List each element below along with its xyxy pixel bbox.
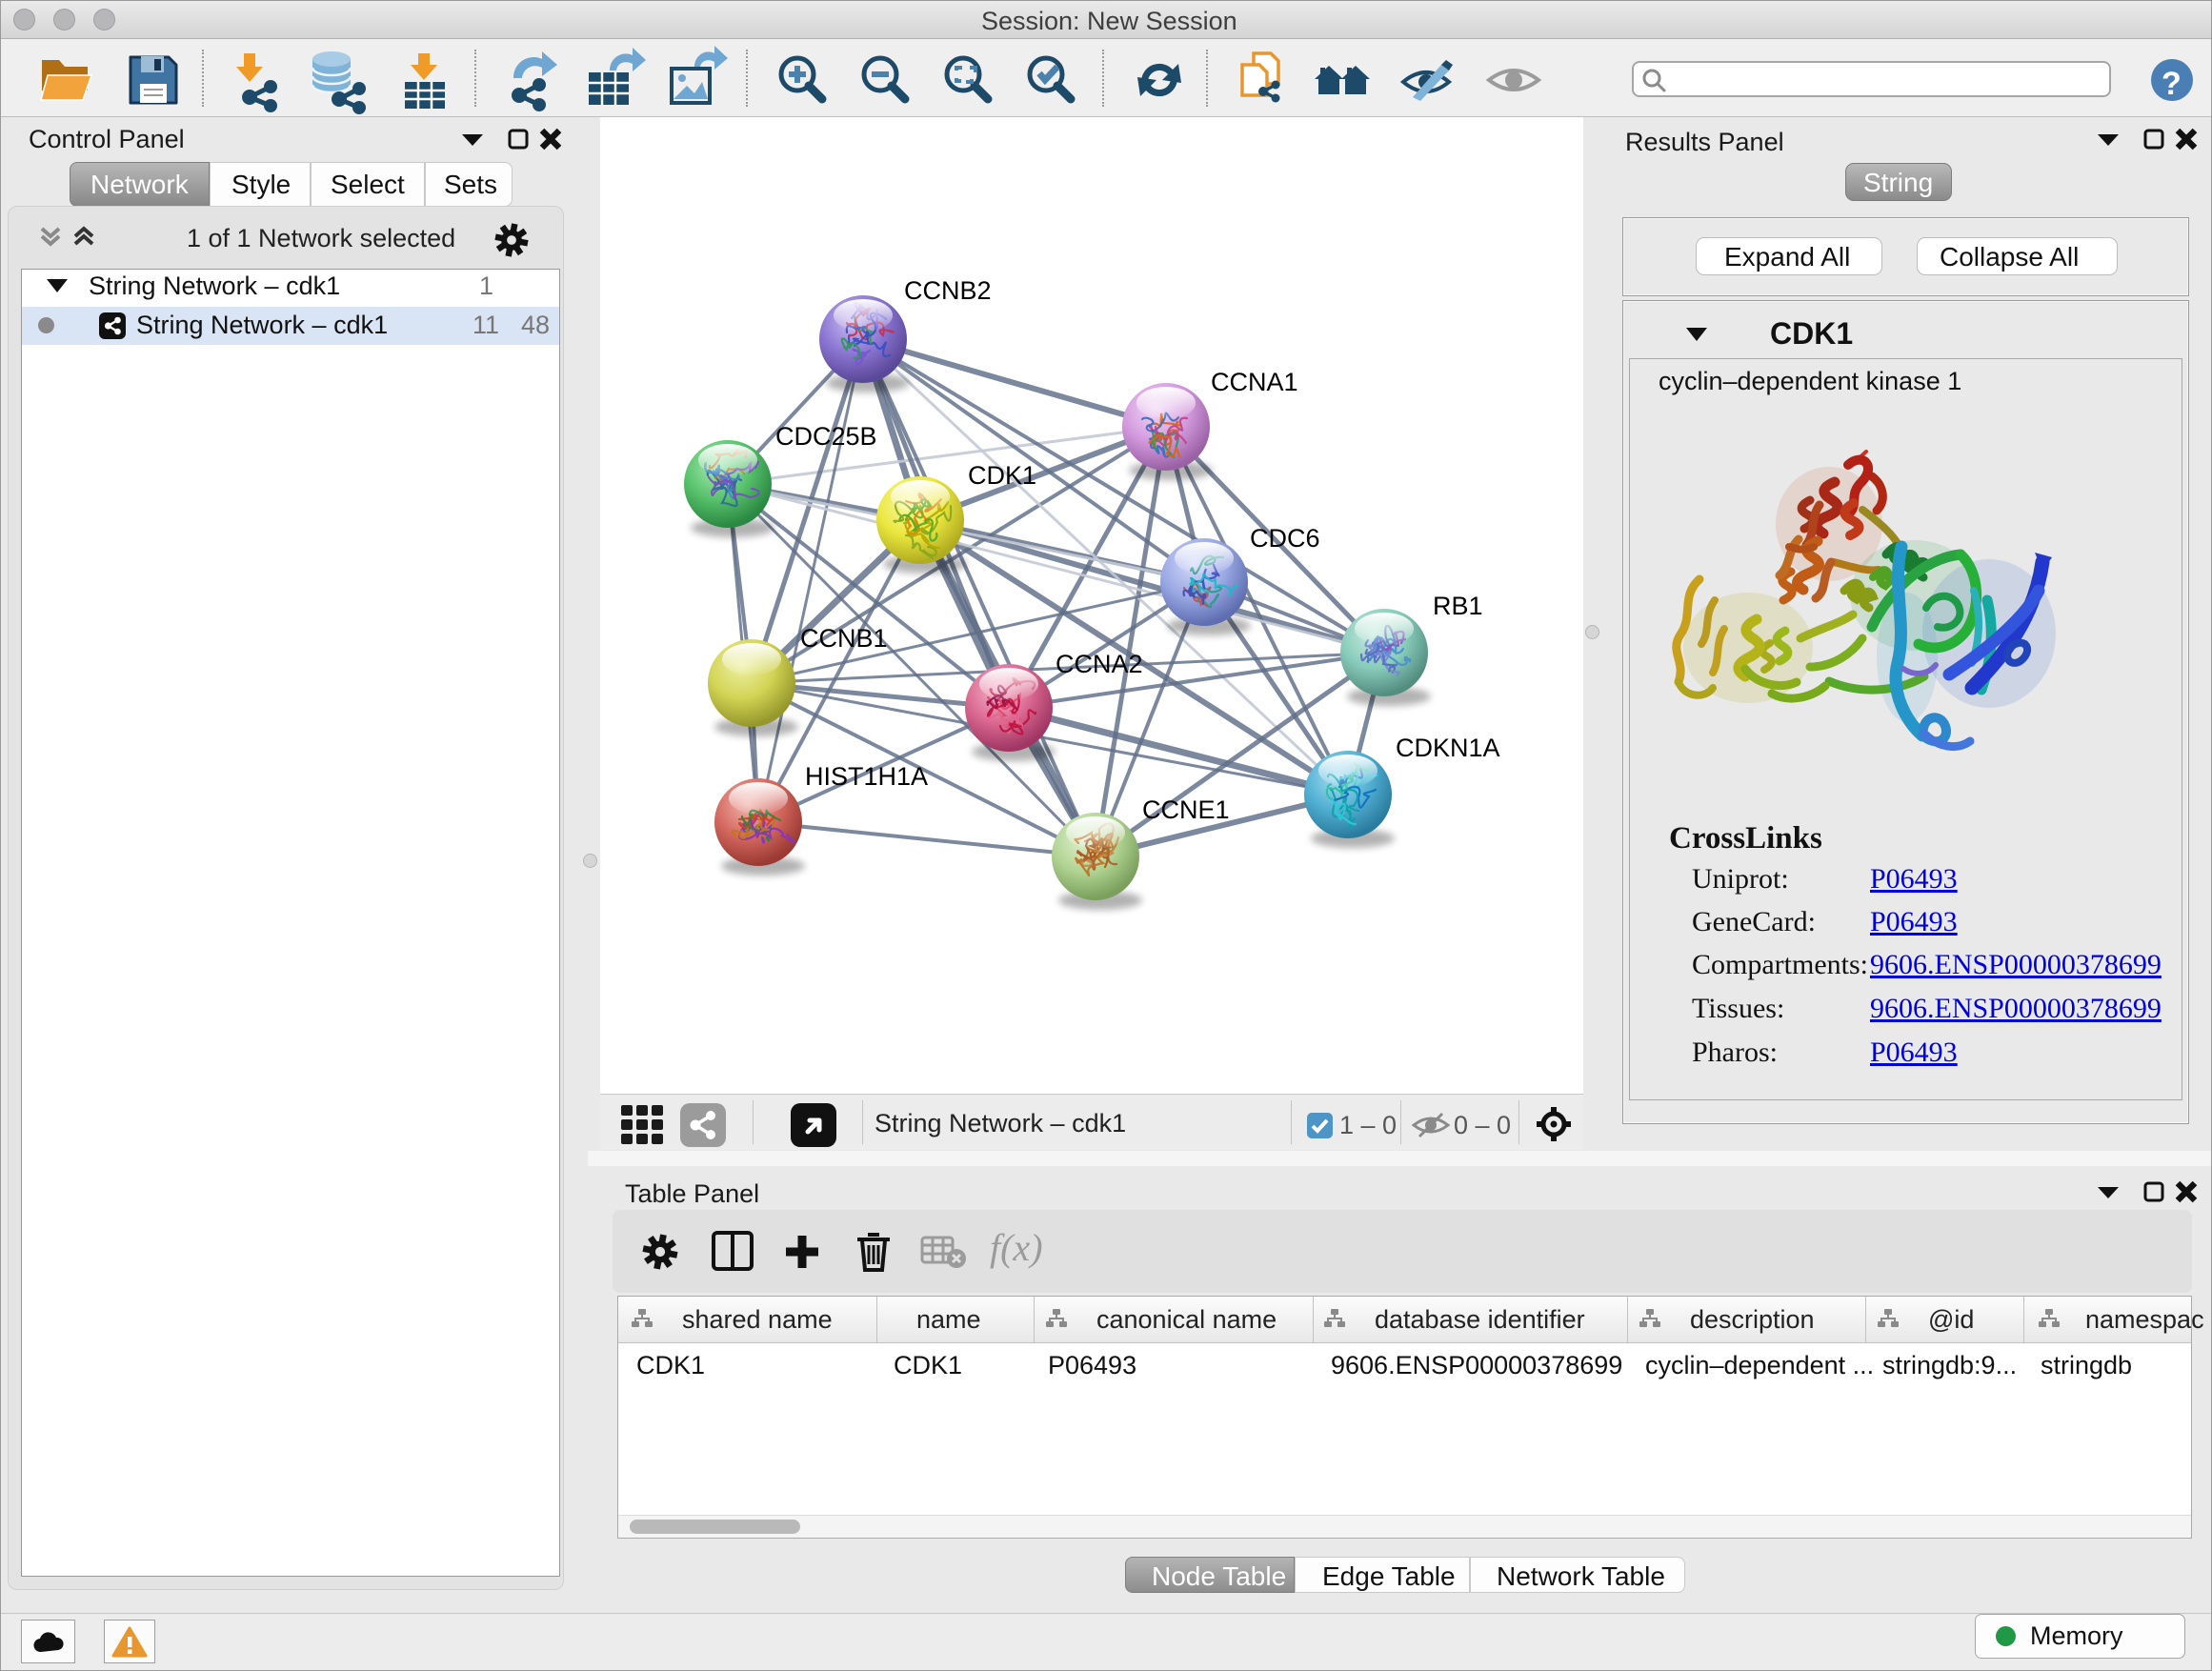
svg-text:CDC6: CDC6 (1250, 524, 1320, 553)
svg-text:CCNB2: CCNB2 (904, 276, 992, 305)
svg-text:CDK1: CDK1 (968, 461, 1036, 490)
svg-text:CDKN1A: CDKN1A (1396, 734, 1500, 762)
svg-text:CCNB1: CCNB1 (800, 624, 888, 653)
svg-text:HIST1H1A: HIST1H1A (805, 762, 928, 791)
svg-text:RB1: RB1 (1433, 592, 1483, 620)
svg-text:CDC25B: CDC25B (775, 422, 877, 451)
svg-text:CCNA2: CCNA2 (1056, 650, 1143, 678)
svg-text:CCNA1: CCNA1 (1211, 368, 1298, 396)
svg-text:CCNE1: CCNE1 (1142, 795, 1230, 824)
